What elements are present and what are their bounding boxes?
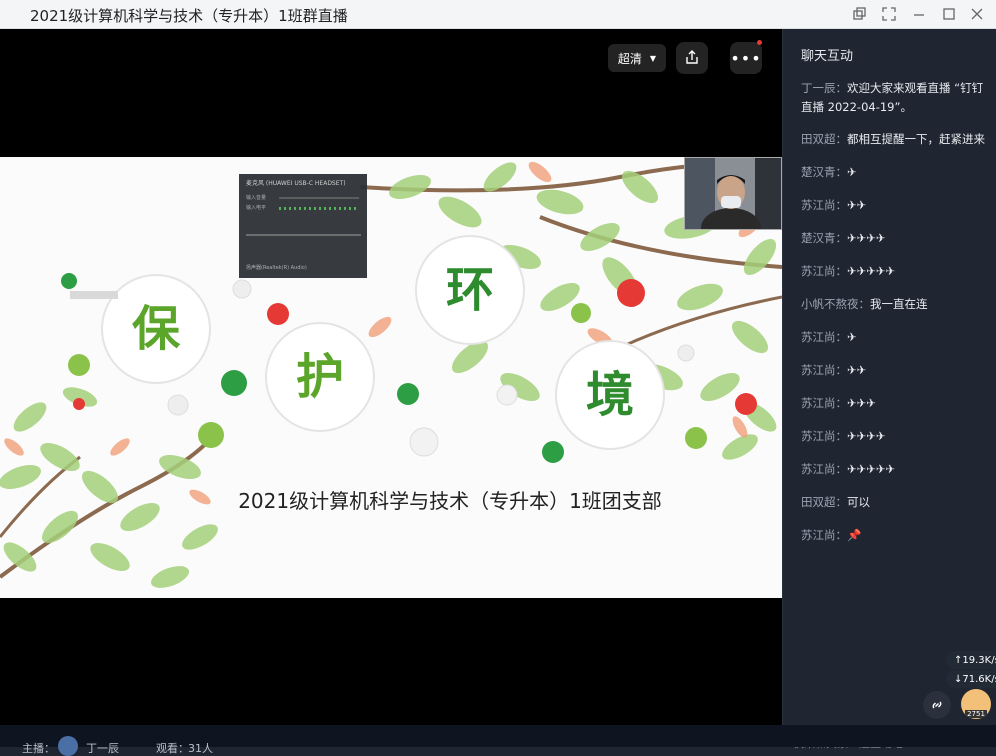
chat-text: 都相互提醒一下，赶紧进来: [847, 132, 985, 146]
host-name: 丁一辰: [86, 742, 119, 755]
minimize-icon[interactable]: [908, 4, 930, 24]
slide-char-huan: 环: [445, 262, 494, 318]
chat-nick: 楚汉青：: [801, 165, 847, 179]
share-screen-button[interactable]: [676, 42, 708, 74]
viewers-label: 观看：: [156, 742, 189, 755]
audio-settings-panel: 麦克风 (HUAWEI USB-C HEADSET) 输入音量 输入电平 扬声器…: [239, 174, 367, 278]
chat-nick: 丁一辰：: [801, 81, 847, 95]
like-button[interactable]: 2751: [961, 689, 991, 719]
slide-background: [0, 161, 782, 588]
chat-nick: 苏江尚：: [801, 264, 847, 278]
audio-device-header: 麦克风 (HUAWEI USB-C HEADSET): [246, 180, 346, 187]
chat-nick: 田双超：: [801, 495, 847, 509]
chat-message: 田双超：都相互提醒一下，赶紧进来: [801, 130, 991, 149]
fullscreen-icon[interactable]: [878, 4, 900, 24]
download-speed: ↓71.6K/s: [946, 670, 996, 688]
chat-text: ✈✈✈✈✈: [847, 462, 896, 476]
chat-message: 苏江尚：✈✈: [801, 361, 991, 380]
host-label: 主播：: [22, 742, 55, 755]
chat-message: 苏江尚：✈✈: [801, 196, 991, 215]
window-title: 2021级计算机科学与技术（专升本）1班群直播: [30, 7, 348, 25]
volume-slider[interactable]: [279, 197, 359, 199]
slide-tag: [70, 291, 118, 299]
chat-title: 聊天互动: [801, 49, 854, 64]
chat-text: ✈: [847, 165, 857, 179]
webcam-view[interactable]: [684, 157, 782, 248]
chat-text: 可以: [847, 495, 870, 509]
chat-nick: 楚汉青：: [801, 231, 847, 245]
caret-down-icon: ▼: [649, 53, 657, 63]
chat-text: ✈✈✈: [847, 396, 876, 410]
quality-selector[interactable]: 超清 ▼: [608, 44, 666, 72]
chat-nick: 小帆不熬夜：: [801, 297, 870, 311]
chat-message: 楚汉青：✈: [801, 163, 991, 182]
chat-nick: 苏江尚：: [801, 396, 847, 410]
chat-nick: 苏江尚：: [801, 330, 847, 344]
slide-char-hu: 护: [295, 349, 344, 405]
like-count: 2751: [965, 710, 987, 718]
audio-row-label: 输入电平: [246, 205, 267, 211]
slide-caption: 2021级计算机科学与技术（专升本）1班团支部: [238, 489, 662, 513]
viewers-count: 31人: [188, 742, 213, 755]
audio-row-label: 扬声器(Realtek(R) Audio): [246, 265, 307, 271]
chat-text: ✈✈✈✈: [847, 231, 886, 245]
chat-text: 📌: [847, 528, 862, 542]
chat-message: 楚汉青：✈✈✈✈: [801, 229, 991, 248]
chat-text: ✈: [847, 330, 857, 344]
audio-row-label: 输入音量: [246, 195, 267, 201]
chat-nick: 苏江尚：: [801, 363, 847, 377]
share-icon: [686, 50, 698, 64]
chat-nick: 苏江尚：: [801, 198, 847, 212]
upload-speed: ↑19.3K/s: [946, 651, 996, 669]
restore-icon[interactable]: [848, 4, 870, 24]
chat-message: 苏江尚：✈✈✈✈: [801, 427, 991, 446]
chat-message: 小帆不熬夜：我一直在连: [801, 295, 991, 314]
slide-char-jing: 境: [585, 367, 634, 423]
level-meter: [279, 207, 359, 210]
chat-nick: 苏江尚：: [801, 462, 847, 476]
chat-text: ✈✈: [847, 363, 867, 377]
presentation-slide: 保 护 环 境 2021级计算机科学与技术（专升本）1班团支部 麦克风 (HUA…: [0, 157, 782, 598]
chat-message: 苏江尚：✈: [801, 328, 991, 347]
notification-dot: [757, 40, 762, 45]
link-icon: [932, 701, 942, 709]
slide-char-bao: 保: [131, 301, 180, 357]
chat-message: 苏江尚：✈✈✈: [801, 394, 991, 413]
chat-message: 丁一辰：欢迎大家来观看直播 “钉钉直播 2022-04-19”。: [801, 79, 991, 117]
chat-text: ✈✈✈✈✈: [847, 264, 896, 278]
chat-nick: 苏江尚：: [801, 528, 847, 542]
divider: [246, 234, 361, 236]
chat-message: 苏江尚：✈✈✈✈✈: [801, 262, 991, 281]
chat-text: 我一直在连: [870, 297, 928, 311]
title-bar: 2021级计算机科学与技术（专升本）1班群直播: [0, 0, 996, 29]
close-icon[interactable]: [966, 4, 988, 24]
chat-nick: 田双超：: [801, 132, 847, 146]
chat-text: ✈✈: [847, 198, 867, 212]
chat-message: 苏江尚：✈✈✈✈✈: [801, 460, 991, 479]
webcam-feed: [685, 158, 781, 248]
more-icon: •••: [730, 48, 762, 68]
link-button[interactable]: [923, 691, 951, 719]
chat-panel: 聊天互动 丁一辰：欢迎大家来观看直播 “钉钉直播 2022-04-19”。 田双…: [782, 29, 996, 750]
quality-label: 超清: [617, 51, 642, 66]
maximize-icon[interactable]: [938, 4, 960, 24]
more-options-button[interactable]: •••: [730, 42, 762, 74]
host-avatar[interactable]: [58, 736, 78, 756]
chat-message: 苏江尚：📌: [801, 526, 991, 545]
chat-message: 田双超：可以: [801, 493, 991, 512]
chat-text: ✈✈✈✈: [847, 429, 886, 443]
bottom-status-bar: 主播： 丁一辰 观看： 31人: [0, 725, 996, 756]
chat-nick: 苏江尚：: [801, 429, 847, 443]
